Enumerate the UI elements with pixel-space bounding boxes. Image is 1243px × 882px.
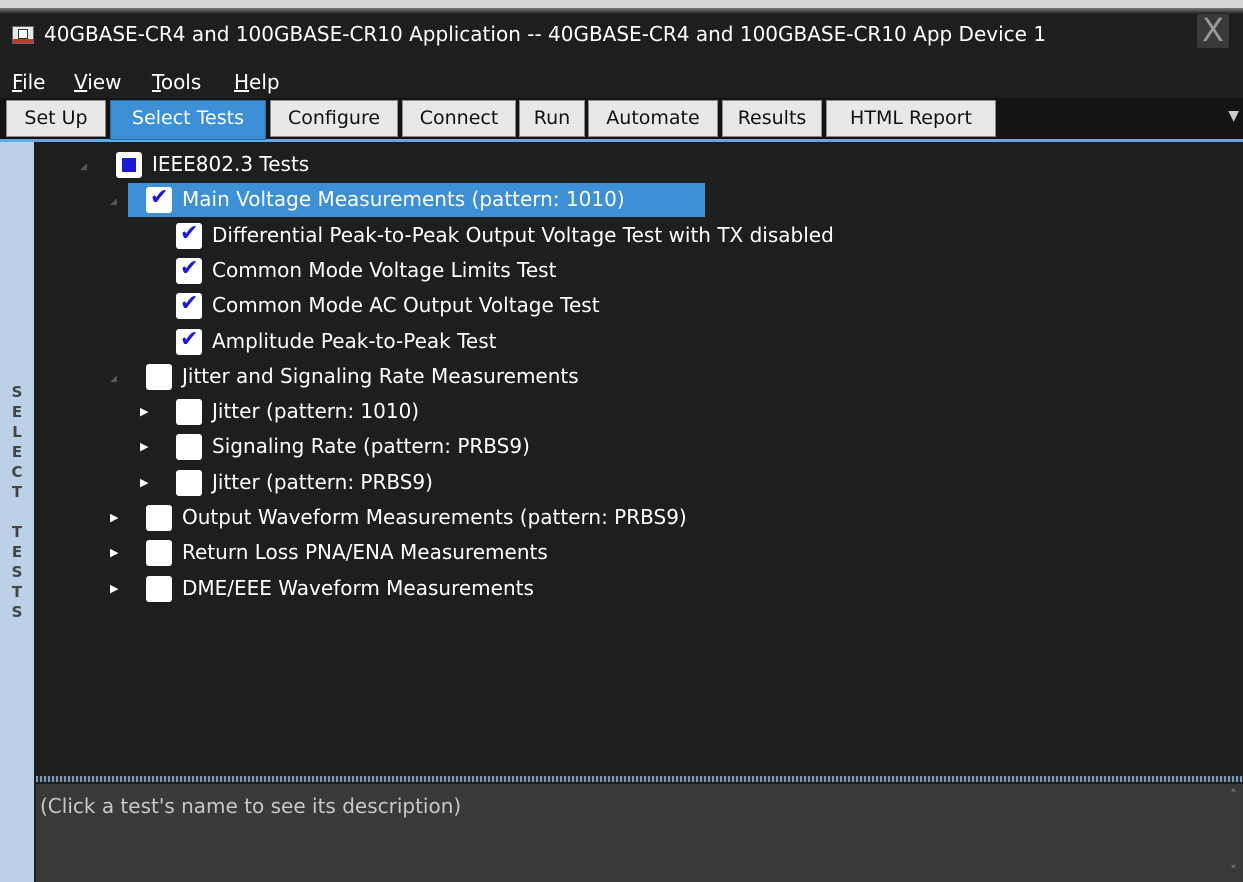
tree-item-label[interactable]: Jitter (pattern: PRBS9) [212,470,433,494]
tree-item[interactable]: ◢ Main Voltage Measurements (pattern: 101… [36,183,1236,218]
tree-item[interactable]: Common Mode Voltage Limits Test [36,254,1236,288]
tree-item-label[interactable]: Return Loss PNA/ENA Measurements [182,540,548,564]
tab-configure[interactable]: Configure [270,100,398,137]
pane-splitter[interactable] [36,776,1243,782]
tree-item-label[interactable]: Signaling Rate (pattern: PRBS9) [212,434,530,458]
collapse-icon[interactable]: ◢ [110,197,117,207]
expand-icon[interactable]: ▶ [140,440,148,453]
tree-item[interactable]: Common Mode AC Output Voltage Test [36,289,1236,323]
menu-file[interactable]: File [12,70,45,94]
test-checkbox[interactable] [176,221,202,249]
test-tree: ◢ IEEE802.3 Tests ◢ Main Voltage Measuremen… [36,145,1243,775]
tab-html-report[interactable]: HTML Report [826,100,996,137]
menu-help[interactable]: Help [234,70,280,94]
tree-item-label[interactable]: Common Mode AC Output Voltage Test [212,293,600,317]
menu-tools[interactable]: Tools [152,70,201,94]
test-checkbox[interactable] [146,540,172,567]
tree-item-label[interactable]: Differential Peak-to-Peak Output Voltage… [212,223,834,247]
tab-bar: Set Up Select Tests Configure Connect Ru… [0,98,1243,142]
description-placeholder: (Click a test's name to see its descript… [40,794,462,818]
test-checkbox[interactable] [176,327,202,355]
tree-item[interactable]: ▶ Output Waveform Measurements (pattern: … [36,501,1236,535]
tab-results[interactable]: Results [722,100,822,137]
tab-select-tests[interactable]: Select Tests [110,100,266,140]
tree-item[interactable]: Amplitude Peak-to-Peak Test [36,325,1236,359]
test-checkbox[interactable] [146,575,172,602]
expand-icon[interactable]: ▶ [110,511,118,524]
title-bar: 40GBASE-CR4 and 100GBASE-CR10 Applicatio… [0,0,1243,64]
tree-item-label[interactable]: IEEE802.3 Tests [152,152,309,176]
tree-item-label[interactable]: DME/EEE Waveform Measurements [182,576,534,600]
tab-set-up[interactable]: Set Up [6,100,106,137]
tab-connect[interactable]: Connect [402,100,516,137]
close-icon[interactable]: X [1197,14,1229,48]
test-checkbox[interactable] [146,505,172,531]
tree-item[interactable]: ▶ Signaling Rate (pattern: PRBS9) [36,430,1236,464]
tree-item-label[interactable]: Common Mode Voltage Limits Test [212,258,556,282]
scroll-down-icon[interactable]: ˅ [1230,864,1237,880]
window-title: 40GBASE-CR4 and 100GBASE-CR10 Applicatio… [44,22,1047,46]
test-checkbox[interactable] [176,399,202,426]
tree-item[interactable]: ▶ Return Loss PNA/ENA Measurements [36,536,1236,570]
tree-item[interactable]: ◢ IEEE802.3 Tests [36,148,1236,182]
expand-icon[interactable]: ▶ [110,546,118,559]
test-checkbox[interactable] [176,434,202,461]
tree-item[interactable]: ▶ Jitter (pattern: PRBS9) [36,466,1236,500]
tree-item-label[interactable]: Jitter and Signaling Rate Measurements [182,364,579,388]
expand-icon[interactable]: ▶ [140,405,148,418]
tree-item-label[interactable]: Main Voltage Measurements (pattern: 1010… [182,187,625,211]
test-checkbox[interactable] [176,469,202,496]
collapse-icon[interactable]: ◢ [110,374,117,384]
tab-run[interactable]: Run [519,100,585,137]
test-checkbox[interactable] [176,256,202,284]
tree-item[interactable]: Differential Peak-to-Peak Output Voltage… [36,219,1236,253]
expand-icon[interactable]: ▶ [110,582,118,595]
sidebar-label: SELECTTESTS [11,383,23,621]
test-checkbox[interactable] [146,363,172,390]
description-pane: (Click a test's name to see its descript… [36,784,1243,882]
test-checkbox[interactable] [116,152,142,178]
menu-bar: File View Tools Help [0,64,1243,98]
collapse-icon[interactable]: ◢ [80,162,87,172]
tree-item-label[interactable]: Jitter (pattern: 1010) [212,399,419,423]
tree-item-label[interactable]: Output Waveform Measurements (pattern: P… [182,505,687,529]
app-icon [12,26,34,44]
tree-item[interactable]: ▶ DME/EEE Waveform Measurements [36,572,1236,606]
expand-icon[interactable]: ▶ [140,476,148,489]
tree-item[interactable]: ▶ Jitter (pattern: 1010) [36,395,1236,429]
tree-item-label[interactable]: Amplitude Peak-to-Peak Test [212,329,496,353]
chevron-down-icon[interactable]: ▼ [1228,108,1239,124]
test-checkbox[interactable] [176,291,202,320]
test-checkbox[interactable] [146,185,172,214]
menu-view[interactable]: View [74,70,121,94]
tab-automate[interactable]: Automate [588,100,718,137]
tree-item[interactable]: ◢ Jitter and Signaling Rate Measurements [36,360,1236,394]
sidebar-tab-select-tests[interactable]: SELECTTESTS [0,142,34,882]
scroll-up-icon[interactable]: ˄ [1230,788,1237,804]
